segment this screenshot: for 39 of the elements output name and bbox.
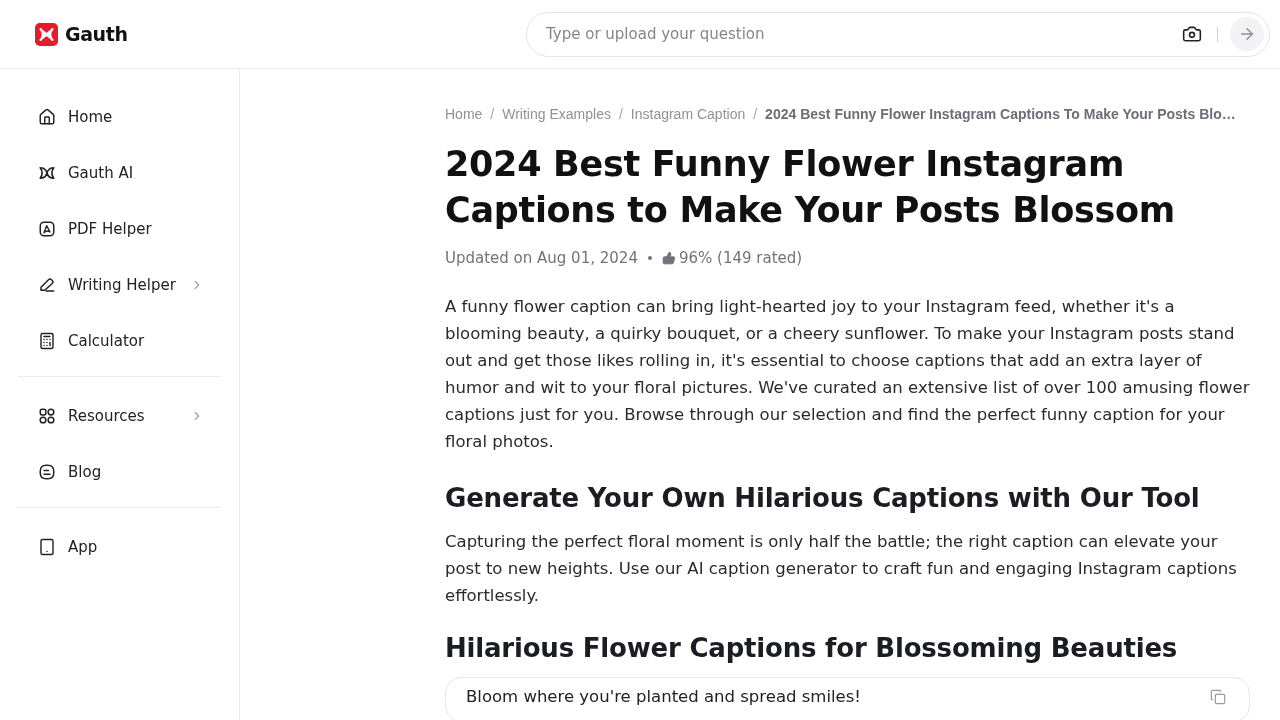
nav-item[interactable]: Writing Helper bbox=[18, 257, 221, 313]
copy-icon bbox=[1210, 688, 1226, 705]
bullet-icon bbox=[647, 256, 652, 260]
curly-x-icon bbox=[38, 164, 56, 182]
nav-item[interactable]: Resources bbox=[18, 388, 221, 444]
home-icon bbox=[38, 108, 56, 126]
nav-item[interactable]: PDF Helper bbox=[18, 201, 221, 257]
nav-item[interactable]: Blog bbox=[18, 444, 221, 500]
breadcrumb-separator: / bbox=[618, 105, 623, 124]
search-input[interactable]: Type or upload your question bbox=[546, 20, 1181, 48]
section-heading: Generate Your Own Hilarious Captions with Our Tool bbox=[445, 482, 1201, 515]
logo-icon bbox=[35, 22, 58, 46]
copy-button[interactable] bbox=[1209, 687, 1227, 706]
logo[interactable]: Gauth bbox=[35, 22, 128, 46]
camera-icon bbox=[1182, 24, 1202, 44]
submit-button[interactable] bbox=[1230, 17, 1264, 51]
nav-item[interactable]: App bbox=[18, 519, 221, 575]
breadcrumb-link[interactable]: 2024 Best Funny Flower Instagram Captions To Make Your Posts Blo… bbox=[765, 104, 1236, 124]
tablet-icon bbox=[38, 538, 56, 556]
intro-paragraph: A funny flower caption can bring light-hearted joy to your Instagram feed, whether it's a blooming beauty, a quirky bouquet, or a cheery sunflower. To make your Instagram posts stand out and get those likes rolling in, it's essential to choose captions that add an extra layer of humor and wit to your floral pictures. We've curated an extensive list of over 100 amusing flower captions just for you. Browse through our selection and find the perfect funny caption for your floral photos. bbox=[445, 296, 1250, 453]
arrow-right-icon bbox=[1238, 25, 1256, 43]
grid-icon bbox=[38, 407, 56, 425]
breadcrumb-separator: / bbox=[490, 105, 495, 124]
rating-text: 96% (149 rated) bbox=[678, 248, 803, 269]
nav-item[interactable]: Gauth AI bbox=[18, 145, 221, 201]
nav-item[interactable]: Home bbox=[18, 89, 221, 145]
section-heading: Hilarious Flower Captions for Blossoming Beauties bbox=[445, 632, 1179, 665]
logo-text: Gauth bbox=[65, 23, 128, 45]
nav-item[interactable]: Calculator bbox=[18, 313, 221, 369]
section-paragraph: Capturing the perfect floral moment is only half the battle; the right caption can elevate your post to new heights. Use our AI caption generator to craft fun and engaging Instagram captions effortlessly. bbox=[445, 531, 1238, 607]
caption-text: Bloom where you're planted and spread smiles! bbox=[466, 686, 862, 707]
thumbs-up-icon bbox=[661, 251, 676, 265]
pen-icon bbox=[38, 276, 56, 294]
breadcrumb-separator: / bbox=[753, 105, 758, 124]
letter-a-icon bbox=[38, 220, 56, 238]
note-icon bbox=[38, 463, 56, 481]
article-title: 2024 Best Funny Flower Instagram Captions to Make Your Posts Blossom bbox=[445, 143, 1176, 232]
updated-date: Updated on Aug 01, 2024 bbox=[445, 248, 638, 269]
calculator-icon bbox=[38, 332, 56, 350]
